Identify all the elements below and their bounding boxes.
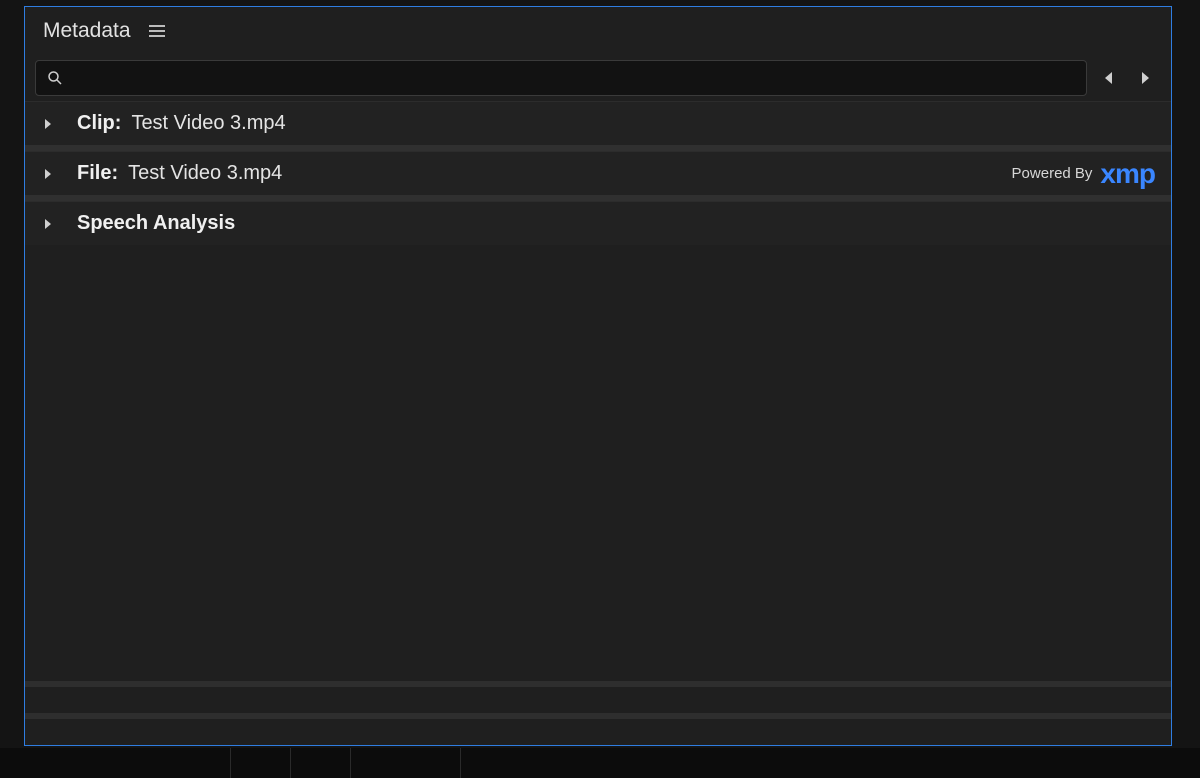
search-input[interactable] [72,68,1086,88]
panel-title: Metadata [43,19,131,43]
search-field[interactable] [35,60,1087,96]
section-file[interactable]: File: Test Video 3.mp4 Powered By xmp [25,151,1171,195]
section-value: Test Video 3.mp4 [128,162,282,185]
panel-menu-icon[interactable] [149,22,167,40]
search-row [25,55,1171,101]
section-value: Test Video 3.mp4 [131,112,285,135]
bottom-spacer [25,719,1171,745]
chevron-right-icon [37,218,59,230]
next-result-button[interactable] [1139,71,1151,85]
prev-result-button[interactable] [1103,71,1115,85]
bottom-spacer [25,687,1171,713]
panel-header: Metadata [25,7,1171,55]
metadata-panel: Metadata [24,6,1172,746]
search-nav-arrows [1103,71,1157,85]
section-clip[interactable]: Clip: Test Video 3.mp4 [25,101,1171,145]
chevron-right-icon [37,118,59,130]
search-icon [46,69,64,87]
panel-body [25,245,1171,681]
powered-by-text: Powered By [1012,165,1093,182]
section-label: Clip: [77,112,121,135]
section-label: File: [77,162,118,185]
section-speech-analysis[interactable]: Speech Analysis [25,201,1171,245]
xmp-logo: xmp [1100,160,1155,188]
section-label: Speech Analysis [77,212,235,235]
powered-by-badge: Powered By xmp [1012,160,1155,188]
app-frame: Metadata [0,0,1200,778]
chevron-right-icon [37,168,59,180]
bottom-tab-strip [0,748,1200,778]
